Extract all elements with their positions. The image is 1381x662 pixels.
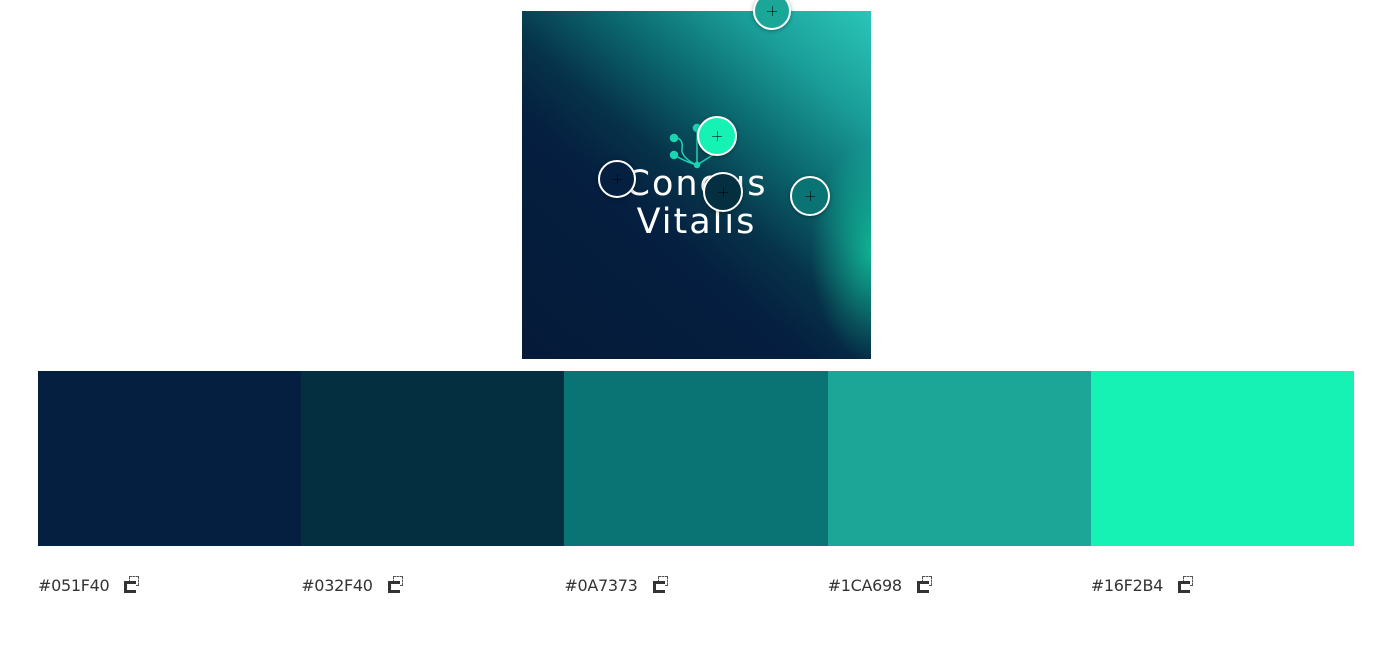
color-picker-handle-2[interactable] [703, 172, 743, 212]
hex-code: #1CA698 [827, 575, 902, 595]
plus-crosshair-icon [612, 174, 622, 184]
color-label-1: #051F40 [38, 568, 301, 602]
hex-code: #032F40 [301, 575, 373, 595]
plus-crosshair-icon [712, 131, 722, 141]
color-swatch-3[interactable] [564, 371, 828, 546]
color-palette [38, 371, 1355, 546]
color-picker-handle-1[interactable] [598, 160, 636, 198]
copy-icon[interactable] [121, 574, 143, 596]
color-label-5: #16F2B4 [1091, 568, 1354, 602]
color-picker-handle-5[interactable] [697, 116, 737, 156]
hex-code: #16F2B4 [1090, 575, 1164, 595]
source-image-container: Coneus Vitalis [522, 0, 871, 359]
plus-crosshair-icon [718, 187, 728, 197]
copy-icon[interactable] [650, 574, 672, 596]
copy-icon[interactable] [385, 574, 407, 596]
color-picker-handle-3[interactable] [790, 176, 830, 216]
color-label-4: #1CA698 [828, 568, 1091, 602]
color-labels: #051F40 #032F40 #0A7373 #1CA698 #16F2B4 [38, 568, 1354, 602]
copy-icon[interactable] [914, 574, 936, 596]
hex-code: #0A7373 [564, 575, 638, 595]
color-swatch-1[interactable] [38, 371, 302, 546]
plus-crosshair-icon [767, 6, 777, 16]
color-label-2: #032F40 [301, 568, 564, 602]
color-swatch-2[interactable] [301, 371, 565, 546]
color-label-3: #0A7373 [564, 568, 827, 602]
plus-crosshair-icon [805, 191, 815, 201]
hex-code: #051F40 [38, 575, 110, 595]
color-swatch-5[interactable] [1090, 371, 1355, 546]
copy-icon[interactable] [1175, 574, 1197, 596]
color-swatch-4[interactable] [827, 371, 1091, 546]
